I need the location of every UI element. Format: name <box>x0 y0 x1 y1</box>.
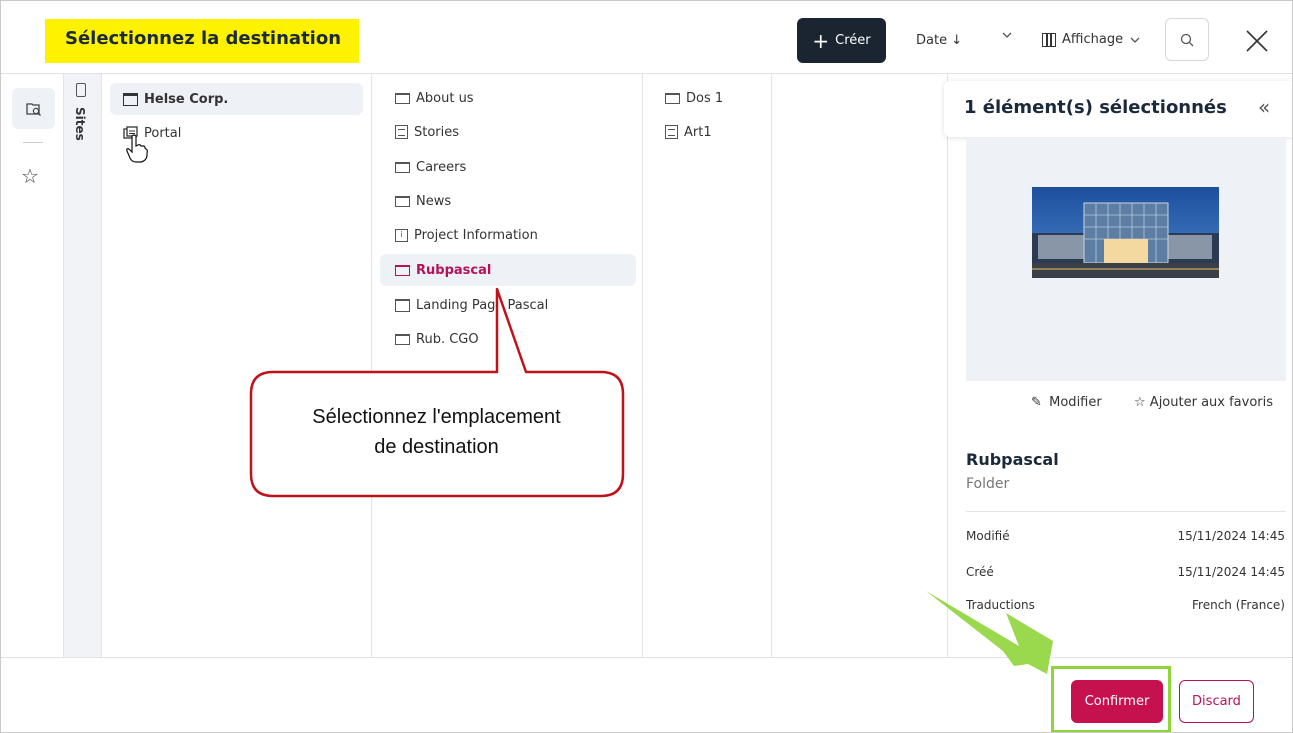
callout-bubble <box>249 287 625 498</box>
annotation-overlay <box>249 287 1053 674</box>
hand-cursor-icon <box>125 134 149 168</box>
callout-line-2: de destination <box>374 436 499 458</box>
callout-line-1: Sélectionnez l'emplacement <box>312 406 561 428</box>
callout-text: Sélectionnez l'emplacement de destinatio… <box>259 402 614 462</box>
green-arrow <box>926 591 1053 674</box>
destination-dialog: Sélectionnez la destination + Créer Date… <box>0 0 1293 733</box>
